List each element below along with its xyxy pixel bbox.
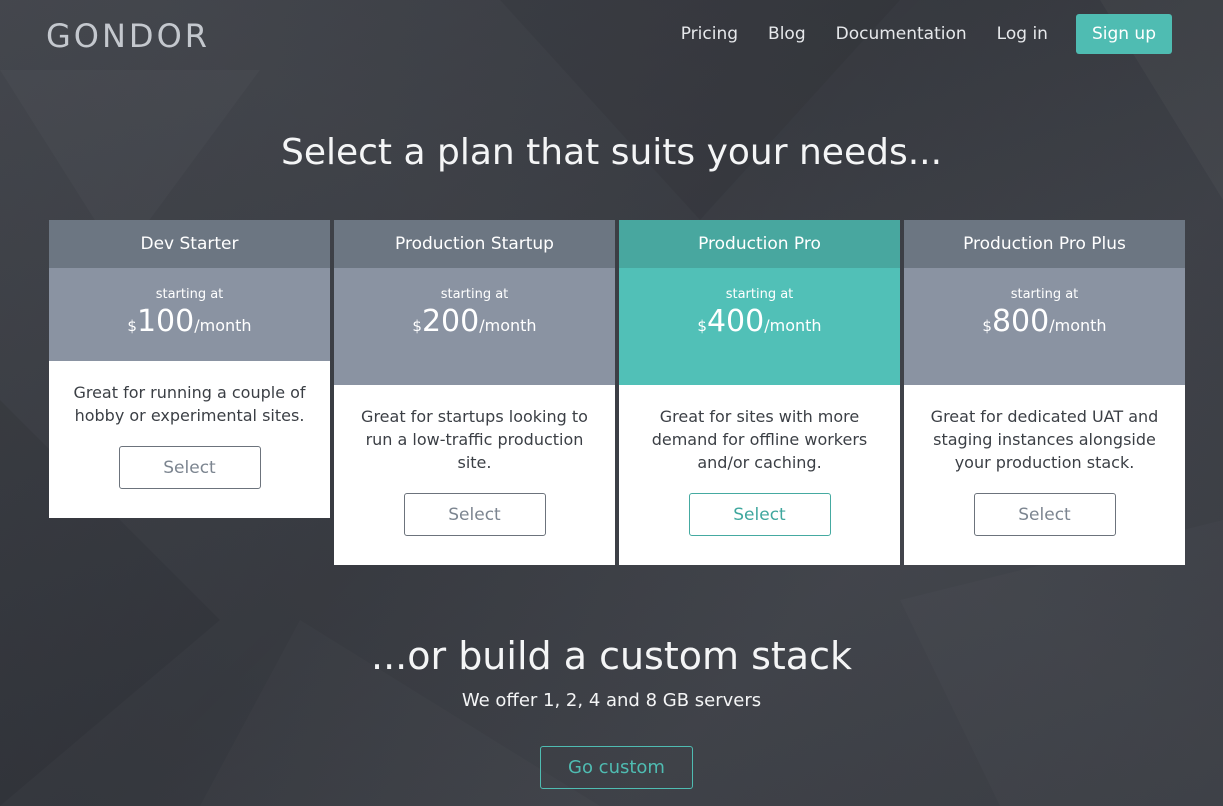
price-starting-label: starting at [1010, 287, 1079, 302]
price-amount: 200 [421, 304, 480, 339]
plan-name: Production Pro [619, 220, 900, 268]
select-production-pro-plus-button[interactable]: Select [973, 493, 1116, 536]
select-dev-starter-button[interactable]: Select [118, 446, 261, 489]
price-period: /month [764, 316, 822, 335]
select-production-pro-button[interactable]: Select [688, 493, 831, 536]
price-currency: $ [412, 317, 422, 335]
plan-card-production-pro: Production Pro starting at $400/month Gr… [619, 220, 900, 565]
price-period: /month [1049, 316, 1107, 335]
price-period: /month [194, 316, 252, 335]
price-amount: 400 [706, 304, 765, 339]
signup-button[interactable]: Sign up [1075, 14, 1172, 54]
plan-price: starting at $100/month [49, 268, 330, 361]
price-currency: $ [127, 317, 137, 335]
main-nav: Pricing Blog Documentation Log in Sign u… [651, 14, 1172, 54]
plan-card-dev-starter: Dev Starter starting at $100/month Great… [49, 220, 330, 518]
price-starting-label: starting at [155, 287, 224, 302]
select-production-startup-button[interactable]: Select [403, 493, 546, 536]
plan-body: Great for running a couple of hobby or e… [49, 361, 330, 518]
nav-login-link[interactable]: Log in [997, 14, 1048, 54]
custom-stack-title: ...or build a custom stack [371, 634, 852, 678]
plan-body: Great for startups looking to run a low-… [334, 385, 615, 565]
plan-price: starting at $800/month [904, 268, 1185, 385]
custom-stack-subtitle: We offer 1, 2, 4 and 8 GB servers [461, 690, 762, 711]
plan-name: Production Startup [334, 220, 615, 268]
nav-pricing-link[interactable]: Pricing [681, 14, 738, 54]
price-currency: $ [697, 317, 707, 335]
plan-description: Great for running a couple of hobby or e… [73, 383, 306, 425]
plan-name: Dev Starter [49, 220, 330, 268]
nav-blog-link[interactable]: Blog [768, 14, 806, 54]
gondor-logo[interactable]: GONDOR [46, 17, 210, 55]
price-amount: 100 [136, 304, 195, 339]
plan-description: Great for sites with more demand for off… [651, 407, 868, 472]
plan-card-production-pro-plus: Production Pro Plus starting at $800/mon… [904, 220, 1185, 565]
price-amount: 800 [991, 304, 1050, 339]
go-custom-button[interactable]: Go custom [540, 746, 693, 789]
price-currency: $ [982, 317, 992, 335]
plan-body: Great for sites with more demand for off… [619, 385, 900, 565]
price-period: /month [479, 316, 537, 335]
price-starting-label: starting at [440, 287, 509, 302]
nav-documentation-link[interactable]: Documentation [836, 14, 967, 54]
plan-name: Production Pro Plus [904, 220, 1185, 268]
plan-price: starting at $400/month [619, 268, 900, 385]
price-starting-label: starting at [725, 287, 794, 302]
plan-body: Great for dedicated UAT and staging inst… [904, 385, 1185, 565]
plan-description: Great for startups looking to run a low-… [361, 407, 588, 472]
plan-price: starting at $200/month [334, 268, 615, 385]
site-header: GONDOR Pricing Blog Documentation Log in… [0, 0, 1223, 70]
plan-description: Great for dedicated UAT and staging inst… [930, 407, 1159, 472]
page-headline: Select a plan that suits your needs... [280, 132, 943, 173]
plan-card-production-startup: Production Startup starting at $200/mont… [334, 220, 615, 565]
